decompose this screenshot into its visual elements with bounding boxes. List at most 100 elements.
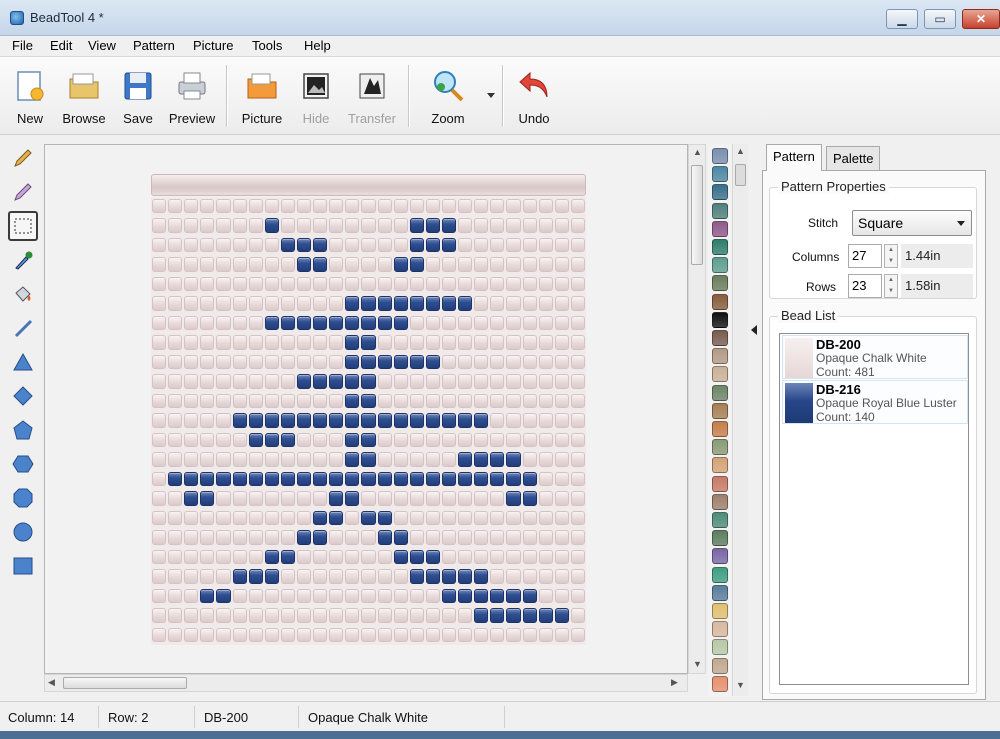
bead-cell-white[interactable] [522,452,537,467]
bead-cell-white[interactable] [474,315,489,331]
bead-cell-blue[interactable] [474,413,489,428]
bead-cell-white[interactable] [345,608,360,623]
bead-cell-blue[interactable] [409,569,424,584]
bead-cell-blue[interactable] [313,471,328,487]
bead-cell-blue[interactable] [329,374,344,389]
bead-cell-blue[interactable] [361,413,376,428]
bead-cell-white[interactable] [232,510,247,526]
bead-cell-blue[interactable] [200,491,215,506]
bead-cell-white[interactable] [216,627,231,642]
bead-cell-white[interactable] [570,237,585,253]
bead-cell-white[interactable] [184,237,199,253]
bead-cell-white[interactable] [361,588,376,604]
bead-cell-white[interactable] [490,627,505,642]
bead-cell-blue[interactable] [393,413,408,428]
bead-cell-white[interactable] [264,530,279,545]
bead-cell-white[interactable] [506,413,521,428]
bead-cell-white[interactable] [506,218,521,233]
bead-cell-white[interactable] [570,276,585,292]
bead-cell-blue[interactable] [425,413,440,428]
bead-cell-white[interactable] [506,199,521,214]
bead-cell-blue[interactable] [425,218,440,233]
rectangle-tool[interactable] [8,551,38,581]
bead-cell-white[interactable] [522,257,537,272]
bead-cell-white[interactable] [538,452,553,467]
bead-cell-white[interactable] [474,432,489,448]
bead-list-item[interactable]: DB-216 Opaque Royal Blue Luster Count: 1… [782,380,968,424]
bead-cell-white[interactable] [184,257,199,272]
bead-cell-white[interactable] [570,510,585,526]
bead-cell-blue[interactable] [232,413,247,428]
bead-cell-white[interactable] [168,257,183,272]
bead-cell-white[interactable] [297,218,312,233]
bead-cell-white[interactable] [264,237,279,253]
bead-cell-blue[interactable] [361,315,376,331]
bead-list[interactable]: DB-200 Opaque Chalk White Count: 481 DB-… [779,333,969,685]
bead-cell-white[interactable] [152,237,167,253]
bead-cell-white[interactable] [329,627,344,642]
bead-cell-white[interactable] [232,354,247,370]
bead-cell-white[interactable] [361,491,376,506]
columns-spinner[interactable]: ▲ ▼ [884,244,898,268]
bead-cell-white[interactable] [168,218,183,233]
bead-cell-white[interactable] [264,296,279,311]
bead-cell-blue[interactable] [184,471,199,487]
bead-cell-blue[interactable] [490,452,505,467]
bead-cell-white[interactable] [393,276,408,292]
bead-cell-white[interactable] [345,276,360,292]
bead-cell-white[interactable] [474,335,489,350]
bead-cell-white[interactable] [538,218,553,233]
bead-cell-blue[interactable] [345,315,360,331]
bead-cell-white[interactable] [506,374,521,389]
bead-cell-white[interactable] [458,257,473,272]
bead-cell-white[interactable] [152,627,167,642]
tab-palette[interactable]: Palette [826,146,881,170]
bead-cell-white[interactable] [184,354,199,370]
bead-cell-white[interactable] [570,218,585,233]
bead-cell-white[interactable] [216,491,231,506]
bead-cell-white[interactable] [168,374,183,389]
rows-input[interactable]: 23 [848,274,882,298]
bead-cell-white[interactable] [152,335,167,350]
bead-cell-white[interactable] [200,569,215,584]
bead-cell-white[interactable] [506,393,521,409]
bead-cell-white[interactable] [232,588,247,604]
bead-cell-white[interactable] [570,413,585,428]
bead-cell-white[interactable] [490,257,505,272]
bead-cell-blue[interactable] [425,354,440,370]
bead-cell-white[interactable] [216,296,231,311]
bead-cell-white[interactable] [232,315,247,331]
bead-cell-white[interactable] [554,218,569,233]
bead-cell-white[interactable] [474,257,489,272]
palette-swatch[interactable] [712,239,728,255]
bead-cell-white[interactable] [425,588,440,604]
palette-swatch[interactable] [712,439,728,456]
palette-scroll-up-icon[interactable]: ▲ [736,146,745,156]
bead-cell-white[interactable] [200,199,215,214]
bead-cell-white[interactable] [264,354,279,370]
bead-cell-blue[interactable] [345,354,360,370]
bead-cell-white[interactable] [490,315,505,331]
bead-cell-white[interactable] [554,627,569,642]
bead-cell-white[interactable] [538,413,553,428]
bead-cell-white[interactable] [570,354,585,370]
bead-cell-white[interactable] [538,315,553,331]
bead-cell-white[interactable] [216,413,231,428]
bead-cell-blue[interactable] [297,374,312,389]
bead-cell-white[interactable] [522,237,537,253]
bead-cell-white[interactable] [329,549,344,565]
bead-cell-white[interactable] [313,218,328,233]
bead-cell-white[interactable] [168,237,183,253]
bead-cell-white[interactable] [570,569,585,584]
bead-cell-white[interactable] [458,335,473,350]
bead-cell-white[interactable] [425,276,440,292]
hide-button[interactable]: Hide [288,65,344,131]
bead-cell-white[interactable] [458,491,473,506]
fill-tool[interactable] [8,279,38,309]
bead-cell-blue[interactable] [393,257,408,272]
bead-cell-white[interactable] [522,413,537,428]
bead-cell-white[interactable] [490,237,505,253]
bead-cell-white[interactable] [506,335,521,350]
bead-cell-white[interactable] [264,257,279,272]
bead-cell-white[interactable] [570,627,585,642]
